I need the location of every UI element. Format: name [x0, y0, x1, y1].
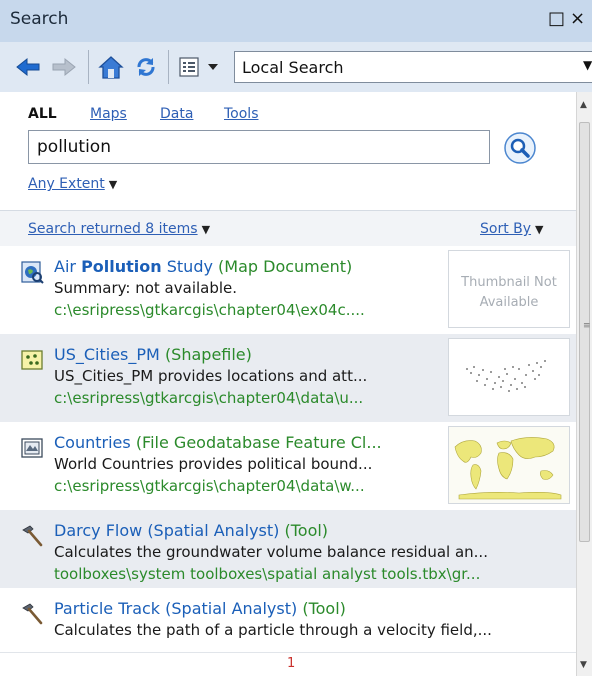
window-title: Search: [10, 9, 69, 29]
result-item[interactable]: Air Pollution Study (Map Document) Summa…: [0, 246, 576, 334]
sort-by-dropdown[interactable]: Sort By ▼: [480, 221, 544, 237]
search-icon: [504, 132, 536, 164]
results-summary: Search returned 8 items: [28, 221, 198, 237]
result-description: Calculates the groundwater volume balanc…: [54, 543, 488, 561]
result-title[interactable]: Countries (File Geodatabase Feature Cl..…: [54, 433, 382, 452]
dropdown-icon[interactable]: [204, 52, 222, 82]
result-title[interactable]: Particle Track (Spatial Analyst) (Tool): [54, 599, 346, 618]
tab-maps[interactable]: Maps: [90, 106, 127, 122]
scroll-down-icon[interactable]: ▼: [580, 660, 587, 670]
result-type: (Tool): [284, 521, 329, 540]
result-path: c:\esripress\gtkarcgis\chapter04\data\w.…: [54, 477, 365, 495]
maximize-button[interactable]: □: [548, 8, 565, 30]
result-thumbnail: Thumbnail Not Available: [448, 250, 570, 328]
result-title[interactable]: US_Cities_PM (Shapefile): [54, 345, 252, 364]
result-description: World Countries provides political bound…: [54, 455, 373, 473]
feature-class-icon: [20, 436, 44, 460]
results-summary-dropdown[interactable]: Search returned 8 items ▼: [28, 221, 210, 237]
result-path: toolboxes\system toolboxes\spatial analy…: [54, 565, 481, 583]
chevron-down-icon: ▼: [535, 223, 544, 236]
result-type: (Shapefile): [164, 345, 252, 364]
result-description: Summary: not available.: [54, 279, 238, 297]
search-input-box[interactable]: [28, 130, 490, 164]
back-arrow-icon[interactable]: [14, 52, 42, 82]
result-title-text: Particle Track (Spatial Analyst): [54, 599, 298, 618]
result-type: (File Geodatabase Feature Cl...: [135, 433, 382, 452]
extent-label: Any Extent: [28, 176, 105, 192]
result-description: US_Cities_PM provides locations and att.…: [54, 367, 368, 385]
search-toolbar: Local Search ▼: [0, 42, 592, 93]
scrollbar-thumb[interactable]: ≡: [579, 122, 591, 542]
home-icon[interactable]: [96, 52, 126, 82]
tab-tools[interactable]: Tools: [224, 106, 259, 122]
result-item[interactable]: US_Cities_PM (Shapefile) US_Cities_PM pr…: [0, 334, 576, 422]
result-title[interactable]: Air Pollution Study (Map Document): [54, 257, 352, 276]
tab-data[interactable]: Data: [160, 106, 193, 122]
result-item[interactable]: Particle Track (Spatial Analyst) (Tool) …: [0, 588, 576, 648]
chevron-down-icon: ▼: [583, 58, 592, 72]
search-location-value: Local Search: [242, 58, 344, 77]
result-title-text: Countries: [54, 433, 131, 452]
result-title-highlight: Pollution: [81, 257, 162, 276]
result-type: (Tool): [302, 599, 346, 618]
refresh-icon[interactable]: [132, 52, 160, 82]
result-path: c:\esripress\gtkarcgis\chapter04\ex04c..…: [54, 301, 365, 319]
page-number[interactable]: 1: [287, 656, 295, 671]
result-item[interactable]: Countries (File Geodatabase Feature Cl..…: [0, 422, 576, 510]
result-title[interactable]: Darcy Flow (Spatial Analyst) (Tool): [54, 521, 328, 540]
results-header: Search returned 8 items ▼ Sort By ▼: [0, 210, 576, 248]
result-title-text: US_Cities_PM: [54, 345, 160, 364]
search-panel: ALL Maps Data Tools Any Extent▼: [0, 92, 576, 210]
result-title-prefix: Air: [54, 257, 82, 276]
tab-all[interactable]: ALL: [28, 106, 57, 122]
result-description: Calculates the path of a particle throug…: [54, 621, 492, 639]
tool-hammer-icon: [20, 524, 44, 548]
result-type: (Map Document): [218, 257, 353, 276]
close-button[interactable]: ×: [570, 8, 585, 30]
points-map-thumbnail: [466, 360, 546, 392]
toolbar-separator: [88, 50, 89, 84]
results-list: Air Pollution Study (Map Document) Summa…: [0, 246, 576, 648]
map-document-icon: [20, 260, 44, 284]
toolbar-separator: [168, 50, 169, 84]
sort-by-label: Sort By: [480, 221, 532, 237]
chevron-down-icon: ▼: [108, 178, 118, 191]
result-title-text: Darcy Flow (Spatial Analyst): [54, 521, 280, 540]
search-button[interactable]: [502, 130, 538, 166]
result-thumbnail: [448, 426, 570, 504]
title-bar: Search □ ×: [0, 0, 592, 42]
result-thumbnail: [448, 338, 570, 416]
forward-arrow-icon[interactable]: [50, 52, 78, 82]
results-pager: 1: [0, 652, 576, 676]
chevron-down-icon: ▼: [201, 223, 211, 236]
result-path: c:\esripress\gtkarcgis\chapter04\data\u.…: [54, 389, 364, 407]
search-input[interactable]: [35, 131, 479, 163]
extent-selector[interactable]: Any Extent ▼: [28, 176, 117, 192]
grip-icon: ≡: [583, 321, 591, 331]
options-icon[interactable]: [176, 52, 202, 82]
vertical-scrollbar[interactable]: ▲ ≡ ▼: [576, 92, 592, 676]
result-item[interactable]: Darcy Flow (Spatial Analyst) (Tool) Calc…: [0, 510, 576, 588]
scroll-up-icon[interactable]: ▲: [580, 100, 587, 110]
search-window: Search □ × Local Search ▼ ALL Maps Data …: [0, 0, 592, 676]
shapefile-icon: [20, 348, 44, 372]
tool-hammer-icon: [20, 602, 44, 626]
thumbnail-not-available: Thumbnail Not Available: [461, 275, 557, 310]
search-location-combo[interactable]: Local Search ▼: [234, 51, 592, 83]
result-title-suffix: Study: [161, 257, 213, 276]
world-map-thumbnail: [449, 427, 569, 503]
